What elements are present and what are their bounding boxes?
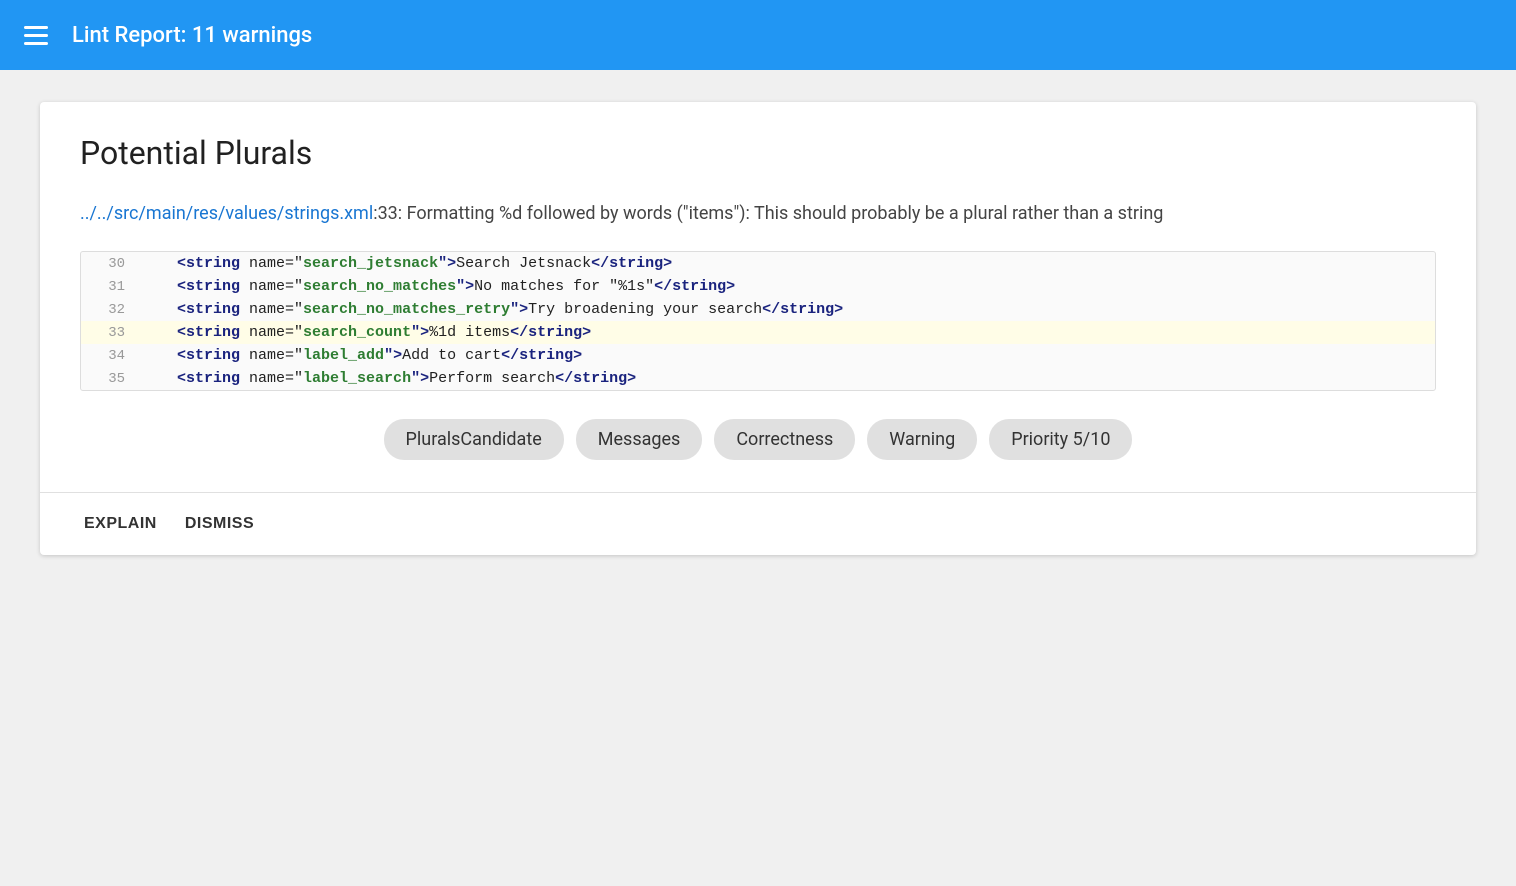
line-number: 30: [81, 256, 141, 272]
main-content: Potential Plurals ../../src/main/res/val…: [0, 70, 1516, 587]
code-line: 35 <string name="label_search">Perform s…: [81, 367, 1435, 390]
line-content: <string name="label_add">Add to cart</st…: [141, 347, 582, 364]
code-line: 34 <string name="label_add">Add to cart<…: [81, 344, 1435, 367]
tag-pill[interactable]: Messages: [576, 419, 703, 460]
app-header: Lint Report: 11 warnings: [0, 0, 1516, 70]
issue-file-link[interactable]: ../../src/main/res/values/strings.xml: [80, 203, 373, 224]
menu-icon[interactable]: [24, 26, 48, 45]
code-block: 30 <string name="search_jetsnack">Search…: [80, 251, 1436, 391]
line-content: <string name="search_jetsnack">Search Je…: [141, 255, 672, 272]
issue-description-text: :33: Formatting %d followed by words ("i…: [373, 203, 1163, 224]
line-number: 33: [81, 325, 141, 341]
line-number: 32: [81, 302, 141, 318]
line-number: 34: [81, 348, 141, 364]
tag-pill[interactable]: Warning: [867, 419, 977, 460]
code-line: 32 <string name="search_no_matches_retry…: [81, 298, 1435, 321]
tag-pill[interactable]: PluralsCandidate: [384, 419, 564, 460]
tag-pill[interactable]: Priority 5/10: [989, 419, 1132, 460]
header-title: Lint Report: 11 warnings: [72, 23, 312, 48]
line-content: <string name="search_no_matches">No matc…: [141, 278, 735, 295]
line-content: <string name="label_search">Perform sear…: [141, 370, 636, 387]
code-line: 30 <string name="search_jetsnack">Search…: [81, 252, 1435, 275]
section-title: Potential Plurals: [80, 134, 1436, 172]
line-number: 31: [81, 279, 141, 295]
line-number: 35: [81, 371, 141, 387]
tags-row: PluralsCandidate Messages Correctness Warni…: [80, 419, 1436, 460]
line-content: <string name="search_no_matches_retry">T…: [141, 301, 843, 318]
dismiss-button[interactable]: DISMISS: [181, 509, 258, 539]
card-footer: EXPLAIN DISMISS: [40, 493, 1476, 555]
code-line: 31 <string name="search_no_matches">No m…: [81, 275, 1435, 298]
card-body: Potential Plurals ../../src/main/res/val…: [40, 102, 1476, 492]
line-content: <string name="search_count">%1d items</s…: [141, 324, 591, 341]
tag-pill[interactable]: Correctness: [714, 419, 855, 460]
explain-button[interactable]: EXPLAIN: [80, 509, 161, 539]
lint-card: Potential Plurals ../../src/main/res/val…: [40, 102, 1476, 555]
issue-description: ../../src/main/res/values/strings.xml:33…: [80, 200, 1436, 227]
code-line: 33 <string name="search_count">%1d items…: [81, 321, 1435, 344]
